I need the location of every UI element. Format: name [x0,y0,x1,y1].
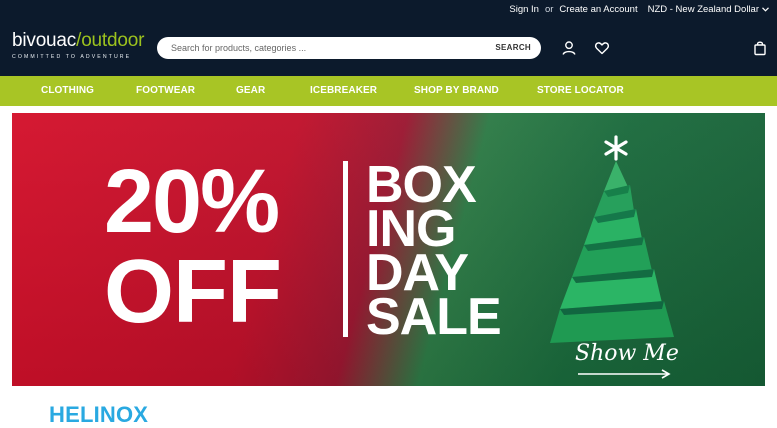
utility-bar: Sign In or Create an Account NZD - New Z… [0,0,777,18]
site-header: bivouac/outdoor COMMITTED TO ADVENTURE S… [0,18,777,76]
brand-section-heading: HELINOX [49,402,149,427]
chevron-down-icon [762,7,769,12]
user-icon[interactable] [561,40,577,56]
logo-brand-a: bivouac [12,30,77,51]
logo-tagline: COMMITTED TO ADVENTURE [12,54,132,60]
discount-percent: 20% [104,152,280,252]
or-separator: or [544,4,554,15]
arrow-right-icon [578,369,671,379]
search-bar: SEARCH [157,37,541,59]
nav-item-clothing[interactable]: CLOTHING [41,85,94,96]
nav-item-gear[interactable]: GEAR [236,85,265,96]
banner-divider [343,161,348,337]
sale-headline-line4: SALE [366,288,502,346]
show-me-button: Show Me [575,341,679,366]
bivouac-logo[interactable]: bivouac/outdoor COMMITTED TO ADVENTURE [12,31,152,65]
star-icon [604,135,628,161]
heart-icon[interactable] [594,40,610,56]
nav-item-shop-by-brand[interactable]: SHOP BY BRAND [414,85,499,96]
nav-item-icebreaker[interactable]: ICEBREAKER [310,85,377,96]
nav-item-store-locator[interactable]: STORE LOCATOR [537,85,624,96]
sign-in-link[interactable]: Sign In [509,4,539,15]
search-button[interactable]: SEARCH [495,43,531,52]
currency-label: NZD - New Zealand Dollar [647,4,759,15]
account-links: Sign In or Create an Account NZD - New Z… [509,4,769,15]
logo-wordmark: bivouac/outdoor [12,31,152,51]
logo-brand-b: outdoor [81,30,145,51]
nav-item-footwear[interactable]: FOOTWEAR [136,85,195,96]
search-input[interactable] [171,41,471,55]
shopping-bag-icon[interactable] [752,40,768,56]
discount-off-text: OFF [104,242,282,342]
boxing-day-sale-banner[interactable]: 20% OFF BOX ING DAY SALE Show Me [12,113,765,386]
currency-selector[interactable]: NZD - New Zealand Dollar [648,4,769,15]
create-account-link[interactable]: Create an Account [559,4,637,15]
main-navigation: CLOTHING FOOTWEAR GEAR ICEBREAKER SHOP B… [0,76,777,106]
